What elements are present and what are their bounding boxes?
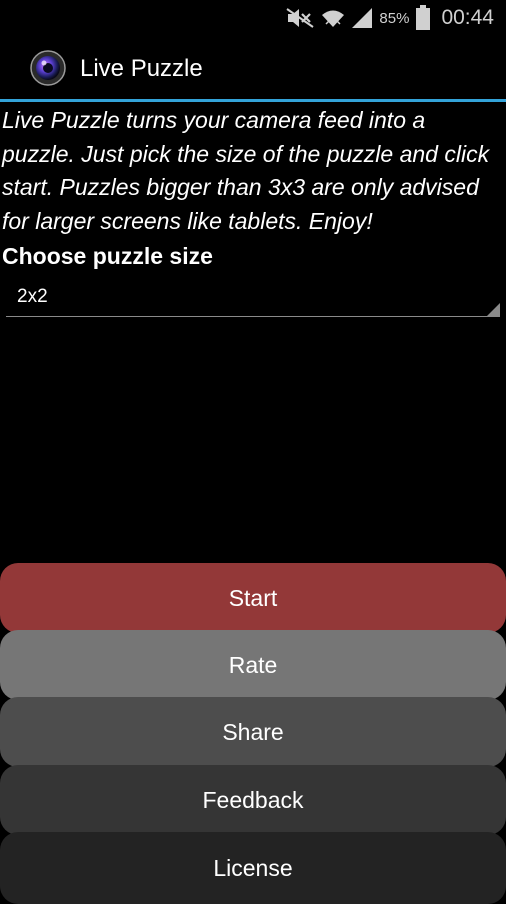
mute-icon [285, 7, 315, 29]
feedback-button[interactable]: Feedback [0, 765, 506, 835]
action-bar: Live Puzzle [0, 36, 506, 100]
puzzle-size-value: 2x2 [17, 286, 48, 307]
signal-icon [351, 7, 373, 29]
status-bar: 85% 00:44 [0, 0, 506, 36]
spinner-underline [6, 316, 500, 317]
rate-button[interactable]: Rate [0, 630, 506, 700]
camera-lens-icon[interactable] [30, 50, 66, 86]
start-button[interactable]: Start [0, 563, 506, 633]
clock: 00:44 [441, 6, 494, 29]
app-title: Live Puzzle [80, 55, 203, 82]
puzzle-size-spinner[interactable]: 2x2 [6, 278, 500, 318]
status-icons: 85% 00:44 [285, 0, 494, 36]
battery-icon [415, 5, 431, 31]
app-description: Live Puzzle turns your camera feed into … [2, 107, 490, 234]
battery-percent: 85% [379, 9, 410, 27]
wifi-icon [321, 7, 345, 29]
license-button[interactable]: License [0, 832, 506, 904]
action-bar-divider [0, 99, 506, 102]
choose-size-label: Choose puzzle size [2, 243, 213, 269]
share-button[interactable]: Share [0, 697, 506, 767]
spinner-arrow-icon [486, 303, 500, 317]
